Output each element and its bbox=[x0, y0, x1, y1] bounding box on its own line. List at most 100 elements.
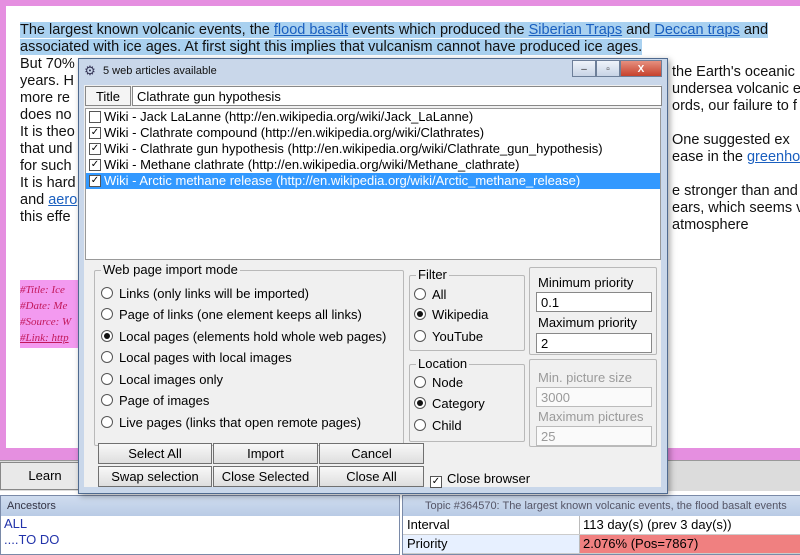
priority-value: 2.076% (Pos=7867) bbox=[580, 535, 800, 553]
mode-option-local-pages-images[interactable]: Local pages with local images bbox=[101, 350, 292, 365]
checkbox-icon[interactable]: ✓ bbox=[89, 175, 101, 187]
link-aerosol[interactable]: aero bbox=[48, 192, 77, 208]
checkbox-icon[interactable]: ✓ bbox=[89, 143, 101, 155]
list-item[interactable]: ✓ Wiki - Methane clathrate (http://en.wik… bbox=[86, 157, 660, 173]
option-label: Local pages (elements hold whole web pag… bbox=[119, 329, 387, 344]
ancestor-item[interactable]: ....TO DO bbox=[4, 532, 399, 548]
doc-line-1: The largest known volcanic events, the f… bbox=[20, 22, 769, 38]
mode-option-page-of-links[interactable]: Page of links (one element keeps all lin… bbox=[101, 307, 362, 322]
doc-text-run: One suggested ex bbox=[672, 132, 790, 148]
close-all-button[interactable]: Close All bbox=[319, 466, 424, 487]
import-button[interactable]: Import bbox=[213, 443, 318, 464]
list-item-selected[interactable]: ✓ Wiki - Arctic methane release (http://e… bbox=[86, 173, 660, 189]
ancestor-item[interactable]: ALL bbox=[4, 516, 399, 532]
option-label: Live pages (links that open remote pages… bbox=[119, 415, 362, 430]
topic-panel: Topic #364570: The largest known volcani… bbox=[402, 495, 800, 555]
doc-line-2: associated with ice ages. At first sight… bbox=[20, 39, 643, 55]
max-pictures-field: 25 bbox=[536, 426, 652, 446]
max-priority-label: Maximum priority bbox=[538, 315, 637, 330]
mode-option-page-of-images[interactable]: Page of images bbox=[101, 393, 209, 408]
location-option-category[interactable]: Category bbox=[414, 396, 485, 411]
ancestors-panel: Ancestors ALL ....TO DO bbox=[0, 495, 400, 555]
doc-text-run: and bbox=[739, 22, 769, 38]
web-import-dialog: ⚙ 5 web articles available – ▫ X Title C… bbox=[78, 58, 668, 494]
dialog-titlebar[interactable]: ⚙ 5 web articles available – ▫ X bbox=[79, 59, 667, 85]
option-label: Wikipedia bbox=[432, 307, 489, 322]
mode-option-local-pages[interactable]: Local pages (elements hold whole web pag… bbox=[101, 329, 386, 344]
learn-button[interactable]: Learn bbox=[0, 462, 90, 490]
filter-option-youtube[interactable]: YouTube bbox=[414, 329, 483, 344]
location-option-node[interactable]: Node bbox=[414, 375, 463, 390]
link-deccan-traps[interactable]: Deccan traps bbox=[654, 22, 739, 38]
location-title: Location bbox=[416, 356, 470, 371]
list-item[interactable]: Wiki - Jack LaLanne (http://en.wikipedia… bbox=[86, 109, 660, 125]
app-icon: ⚙ bbox=[84, 63, 96, 78]
close-browser-label: Close browser bbox=[447, 471, 531, 486]
list-item[interactable]: ✓ Wiki - Clathrate gun hypothesis (http:/… bbox=[86, 141, 660, 157]
doc-text-run: undersea volcanic e bbox=[672, 81, 800, 97]
close-window-button[interactable]: X bbox=[620, 60, 662, 77]
link-greenhouse[interactable]: greenho bbox=[747, 149, 800, 165]
min-priority-field[interactable]: 0.1 bbox=[536, 292, 652, 312]
option-label: Local pages with local images bbox=[119, 350, 292, 365]
dialog-client: Title Clathrate gun hypothesis Wiki - Ja… bbox=[84, 85, 662, 488]
doc-text-run: ease in the greenho bbox=[672, 149, 800, 166]
doc-text-run: the Earth's oceanic bbox=[672, 64, 795, 80]
checkbox-icon[interactable] bbox=[89, 111, 101, 123]
doc-text-run: atmosphere bbox=[672, 217, 749, 233]
list-item[interactable]: ✓ Wiki - Clathrate compound (http://en.wi… bbox=[86, 125, 660, 141]
import-mode-title: Web page import mode bbox=[101, 262, 240, 277]
dialog-title: 5 web articles available bbox=[103, 65, 217, 77]
list-item-label: Wiki - Methane clathrate (http://en.wiki… bbox=[104, 157, 520, 172]
location-option-child[interactable]: Child bbox=[414, 418, 462, 433]
priority-row: Priority 2.076% (Pos=7867) bbox=[403, 535, 800, 554]
option-label: Node bbox=[432, 375, 464, 390]
min-picture-size-field: 3000 bbox=[536, 387, 652, 407]
mode-option-live-pages[interactable]: Live pages (links that open remote pages… bbox=[101, 415, 361, 430]
doc-text-run: and bbox=[20, 192, 49, 208]
doc-text-run: ords, our failure to f bbox=[672, 98, 797, 114]
doc-text-run: The largest known volcanic events, the bbox=[20, 22, 274, 38]
list-item-label: Wiki - Jack LaLanne (http://en.wikipedia… bbox=[104, 109, 474, 124]
option-label: Child bbox=[432, 418, 462, 433]
max-pictures-label: Maximum pictures bbox=[538, 409, 644, 424]
swap-selection-button[interactable]: Swap selection bbox=[98, 466, 212, 487]
doc-text-run: events which produced the bbox=[348, 22, 529, 38]
mode-option-links[interactable]: Links (only links will be imported) bbox=[101, 286, 309, 301]
doc-text-run: ease in the bbox=[672, 149, 747, 165]
checkbox-icon[interactable]: ✓ bbox=[430, 476, 442, 488]
max-priority-field[interactable]: 2 bbox=[536, 333, 652, 353]
link-siberian-traps[interactable]: Siberian Traps bbox=[529, 22, 623, 38]
min-picture-size-label: Min. picture size bbox=[538, 370, 632, 385]
title-field[interactable]: Clathrate gun hypothesis bbox=[132, 86, 662, 106]
close-selected-button[interactable]: Close Selected bbox=[213, 466, 318, 487]
mode-option-local-images[interactable]: Local images only bbox=[101, 372, 223, 387]
doc-text-run: ears, which seems v bbox=[672, 200, 800, 216]
list-item-label: Wiki - Clathrate gun hypothesis (http://… bbox=[104, 141, 603, 156]
maximize-button[interactable]: ▫ bbox=[596, 60, 620, 77]
interval-label: Interval bbox=[403, 516, 580, 534]
filter-option-wikipedia[interactable]: Wikipedia bbox=[414, 307, 488, 322]
priority-label: Priority bbox=[403, 535, 580, 553]
doc-text-run: and bbox=[622, 22, 655, 38]
filter-option-all[interactable]: All bbox=[414, 287, 446, 302]
filter-title: Filter bbox=[416, 267, 449, 282]
title-column-header[interactable]: Title bbox=[85, 86, 131, 106]
cancel-button[interactable]: Cancel bbox=[319, 443, 424, 464]
option-label: YouTube bbox=[432, 329, 484, 344]
option-label: Local images only bbox=[119, 372, 224, 387]
article-list[interactable]: Wiki - Jack LaLanne (http://en.wikipedia… bbox=[85, 108, 661, 260]
select-all-button[interactable]: Select All bbox=[98, 443, 212, 464]
close-browser-checkbox[interactable]: ✓ Close browser bbox=[430, 471, 530, 488]
checkbox-icon[interactable]: ✓ bbox=[89, 159, 101, 171]
interval-value: 113 day(s) (prev 3 day(s)) bbox=[583, 517, 732, 532]
option-label: All bbox=[432, 287, 447, 302]
option-label: Category bbox=[432, 396, 485, 411]
minimize-button[interactable]: – bbox=[572, 60, 596, 77]
option-label: Page of links (one element keeps all lin… bbox=[119, 307, 362, 322]
link-flood-basalt[interactable]: flood basalt bbox=[274, 22, 348, 38]
ancestors-title: Ancestors bbox=[1, 496, 399, 516]
document-text-right: the Earth's oceanic undersea volcanic e … bbox=[672, 64, 800, 234]
checkbox-icon[interactable]: ✓ bbox=[89, 127, 101, 139]
doc-text-run: e stronger than and bbox=[672, 183, 798, 199]
